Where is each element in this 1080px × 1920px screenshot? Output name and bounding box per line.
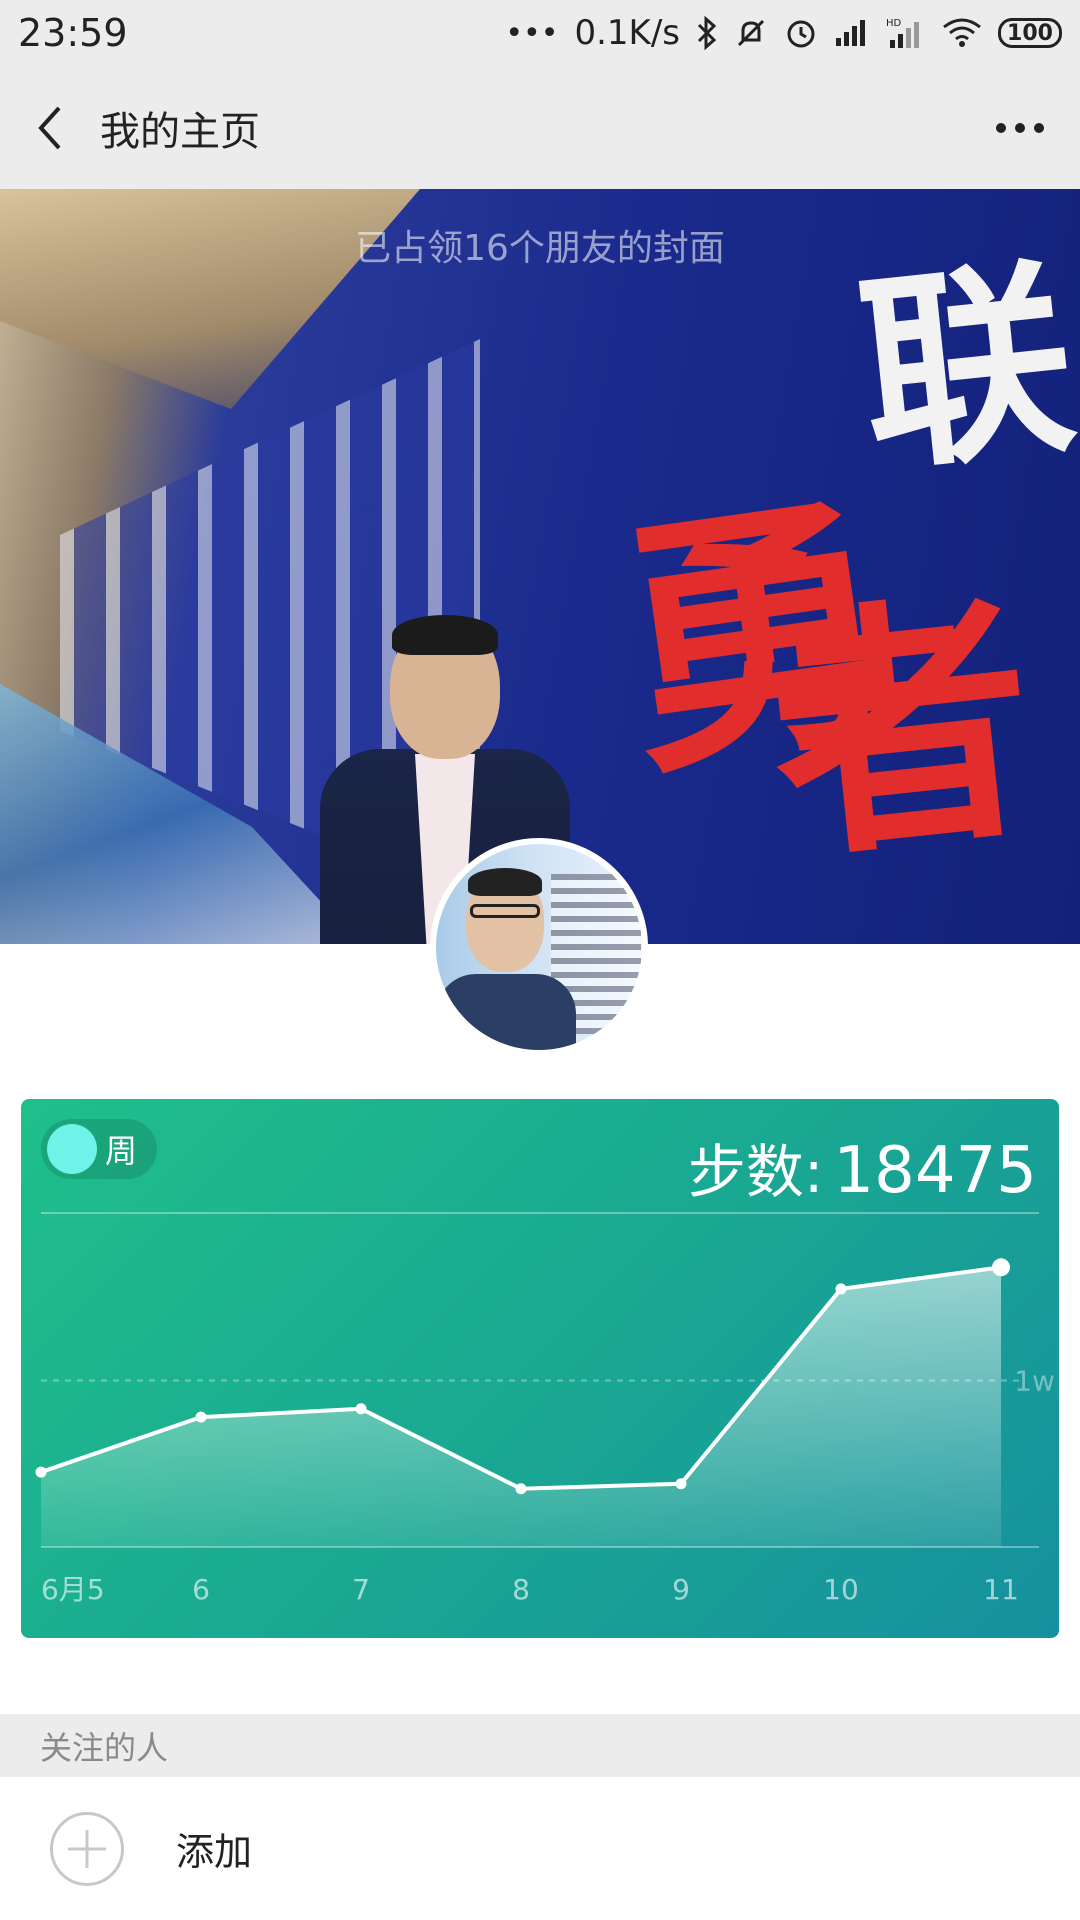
network-speed: 0.1K/s (574, 13, 680, 53)
chart-x-tick-label: 7 (352, 1573, 370, 1606)
add-follow-label[interactable]: 添加 (176, 1821, 252, 1876)
hd-signal-icon: HD (886, 16, 926, 50)
follow-section-title: 关注的人 (40, 1728, 169, 1767)
back-button[interactable] (0, 66, 100, 189)
title-bar: 我的主页 (0, 66, 1080, 189)
more-button[interactable] (960, 66, 1080, 189)
add-follow-row[interactable]: 添加 (0, 1777, 1080, 1920)
status-icons: ••• 0.1K/s HD 100 (505, 13, 1062, 53)
steps-label: 步数: (687, 1138, 824, 1206)
chart-reference-label: 1w (1014, 1365, 1055, 1398)
period-toggle[interactable]: 周 (41, 1119, 157, 1179)
svg-text:HD: HD (886, 18, 902, 29)
chart-point (355, 1403, 367, 1415)
step-chart-card[interactable]: 1w 6月5 6 7 8 9 10 11 周 步数: 18475 (21, 1099, 1059, 1638)
chart-area (41, 1267, 1001, 1547)
steps-value: 18475 (833, 1134, 1037, 1208)
battery-icon: 100 (998, 18, 1062, 48)
chart-x-tick-label: 6月5 (41, 1573, 105, 1606)
more-dots-icon (996, 122, 1044, 133)
wifi-icon (942, 17, 982, 49)
chart-point (992, 1258, 1010, 1277)
avatar[interactable] (430, 838, 648, 1056)
chevron-left-icon (38, 106, 61, 149)
alarm-icon (784, 16, 818, 50)
plus-icon[interactable] (50, 1811, 124, 1886)
signal-icon (834, 18, 870, 48)
chart-x-tick-label: 8 (512, 1573, 530, 1606)
steps-total: 步数: 18475 (688, 1125, 1037, 1209)
status-bar: 23:59 ••• 0.1K/s HD 100 (0, 0, 1080, 66)
toggle-label: 周 (105, 1132, 138, 1170)
chart-point (195, 1411, 207, 1423)
cover-calligraphy-red-2: 者 (757, 565, 1048, 896)
status-dots: ••• (505, 15, 559, 51)
status-time: 23:59 (18, 11, 128, 55)
page-title: 我的主页 (100, 108, 260, 155)
cover-caption: 已占领16个朋友的封面 (355, 228, 725, 269)
chart-x-tick-label: 11 (983, 1573, 1019, 1606)
mute-icon (734, 16, 768, 50)
bluetooth-icon (696, 16, 718, 50)
battery-level: 100 (1007, 20, 1053, 46)
cover-image[interactable]: 联 勇 者 已占领16个朋友的封面 (0, 189, 1080, 944)
chart-point (835, 1283, 847, 1295)
chart-point (675, 1478, 687, 1490)
chart-x-tick-label: 6 (192, 1573, 210, 1606)
chart-x-tick-label: 9 (672, 1573, 690, 1606)
chart-point (515, 1483, 527, 1495)
follow-section-header: 关注的人 (0, 1714, 1080, 1777)
chart-x-tick-label: 10 (823, 1573, 859, 1606)
chart-point (35, 1466, 47, 1478)
toggle-knob (47, 1124, 97, 1174)
